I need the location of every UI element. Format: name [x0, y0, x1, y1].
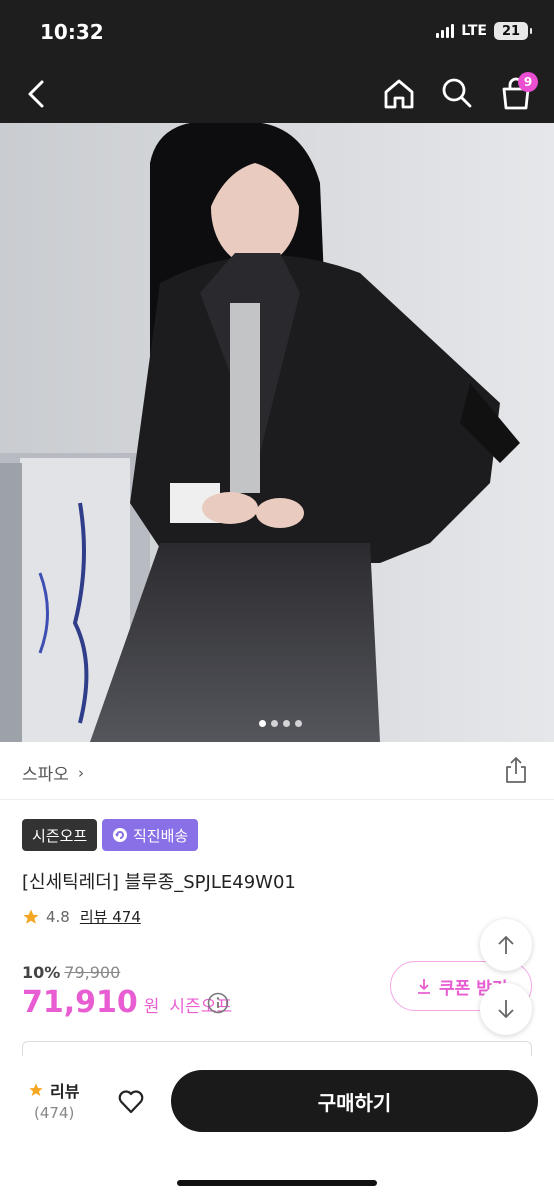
- signal-icon: [436, 24, 455, 38]
- chevron-left-icon[interactable]: [20, 74, 54, 114]
- brand-row[interactable]: 스파오 ›: [0, 742, 554, 800]
- chevron-right-icon: ›: [78, 764, 84, 782]
- pagination-dot[interactable]: [295, 720, 302, 727]
- arrow-down-icon: [498, 1000, 514, 1019]
- search-icon[interactable]: [440, 76, 474, 110]
- product-title: [신세틱레더] 블루종_SPJLE49W01: [22, 872, 296, 893]
- info-icon[interactable]: [207, 992, 229, 1014]
- pagination-dot[interactable]: [283, 720, 290, 727]
- scroll-up-button[interactable]: [480, 919, 532, 971]
- price-row: 71,910 원 시즌오프: [22, 985, 232, 1020]
- product-image[interactable]: [0, 123, 554, 742]
- battery-icon: 21: [494, 22, 532, 40]
- status-time: 10:32: [40, 20, 104, 44]
- sale-price: 71,910: [22, 985, 138, 1020]
- discount-row: 10% 79,900: [22, 963, 120, 982]
- scroll-down-button[interactable]: [480, 983, 532, 1035]
- pagination-dot[interactable]: [271, 720, 278, 727]
- direct-delivery-label: 직진배송: [133, 826, 189, 845]
- cart-count-badge: 9: [518, 72, 538, 92]
- share-icon[interactable]: [503, 756, 529, 784]
- bottom-review-count: (474): [34, 1104, 75, 1122]
- rating-row: 4.8 리뷰 474: [22, 906, 141, 927]
- brand-name[interactable]: 스파오: [22, 760, 69, 785]
- star-icon: [29, 1083, 43, 1096]
- home-indicator: [177, 1180, 377, 1186]
- delivery-icon: [113, 828, 127, 842]
- pagination-dot[interactable]: [259, 720, 266, 727]
- rating-score: 4.8: [46, 907, 70, 926]
- arrow-up-icon: [498, 935, 514, 954]
- network-label: LTE: [461, 23, 487, 39]
- review-link[interactable]: 리뷰 474: [80, 906, 141, 927]
- bottom-review-label: 리뷰: [50, 1082, 80, 1101]
- heart-icon[interactable]: [116, 1086, 146, 1116]
- image-pagination: [259, 720, 302, 727]
- season-off-badge: 시즌오프: [22, 819, 98, 851]
- currency-label: 원: [143, 997, 160, 1017]
- download-icon: [418, 979, 430, 994]
- original-price: 79,900: [64, 963, 121, 982]
- discount-rate: 10%: [22, 963, 61, 982]
- home-icon[interactable]: [381, 76, 417, 112]
- buy-button[interactable]: 구매하기: [171, 1070, 538, 1132]
- product-photo: [0, 123, 554, 742]
- bottom-review[interactable]: 리뷰: [28, 1078, 79, 1102]
- star-icon: [23, 909, 39, 924]
- direct-delivery-badge: 직진배송: [102, 819, 199, 851]
- status-icons: LTE 21: [436, 22, 532, 40]
